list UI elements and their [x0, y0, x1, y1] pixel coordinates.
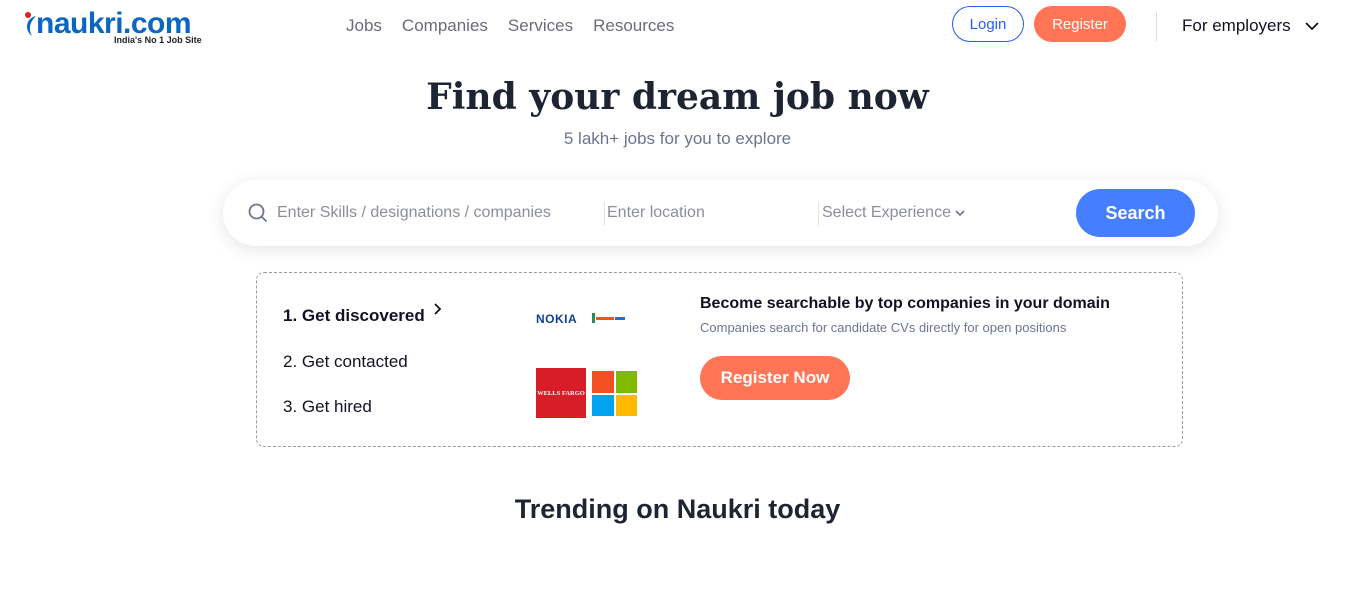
header-divider — [1156, 12, 1157, 41]
login-button[interactable]: Login — [952, 6, 1024, 42]
hero-title: Find your dream job now — [426, 76, 929, 118]
company-logo-icon — [592, 313, 625, 323]
promo-title: Become searchable by top companies in yo… — [700, 295, 1110, 312]
nokia-logo: NOKIA — [536, 312, 578, 326]
wells-fargo-logo: WELLS FARGO — [536, 368, 586, 418]
chevron-down-icon — [1305, 21, 1319, 30]
for-employers-dropdown[interactable]: For employers — [1182, 16, 1319, 36]
microsoft-logo — [592, 371, 637, 416]
resume-promo-card: 1. Get discovered 2. Get contacted 3. Ge… — [256, 272, 1183, 447]
experience-select-label: Select Experience — [822, 204, 951, 221]
chevron-right-icon — [434, 303, 442, 315]
logo-tagline: India's No 1 Job Site — [114, 35, 202, 45]
nav-resources[interactable]: Resources — [593, 16, 674, 36]
search-divider — [604, 202, 605, 226]
nav-companies[interactable]: Companies — [402, 16, 488, 36]
step-get-hired[interactable]: 3. Get hired — [283, 397, 372, 417]
wells-fargo-logo-text: WELLS FARGO — [537, 389, 585, 397]
skills-input[interactable]: Enter Skills / designations / companies — [277, 204, 551, 222]
experience-select[interactable]: Select Experience — [822, 204, 965, 222]
nav-services[interactable]: Services — [508, 16, 573, 36]
search-icon — [248, 203, 268, 223]
step-get-contacted[interactable]: 2. Get contacted — [283, 352, 408, 372]
job-search-bar: Enter Skills / designations / companies … — [223, 180, 1218, 246]
step-get-discovered[interactable]: 1. Get discovered — [283, 306, 425, 326]
naukri-logo[interactable]: naukri.com India's No 1 Job Site — [22, 7, 212, 48]
chevron-down-icon — [955, 209, 965, 216]
trending-heading: Trending on Naukri today — [514, 494, 841, 524]
for-employers-label: For employers — [1182, 16, 1291, 35]
main-nav: Jobs Companies Services Resources — [346, 16, 674, 36]
location-input[interactable]: Enter location — [607, 204, 705, 222]
nav-jobs[interactable]: Jobs — [346, 16, 382, 36]
search-divider — [818, 202, 819, 226]
register-now-button[interactable]: Register Now — [700, 356, 850, 400]
search-button[interactable]: Search — [1076, 189, 1195, 237]
promo-subtitle: Companies search for candidate CVs direc… — [700, 320, 1067, 335]
hero-subtitle: 5 lakh+ jobs for you to explore — [563, 129, 792, 148]
register-button[interactable]: Register — [1034, 6, 1126, 42]
